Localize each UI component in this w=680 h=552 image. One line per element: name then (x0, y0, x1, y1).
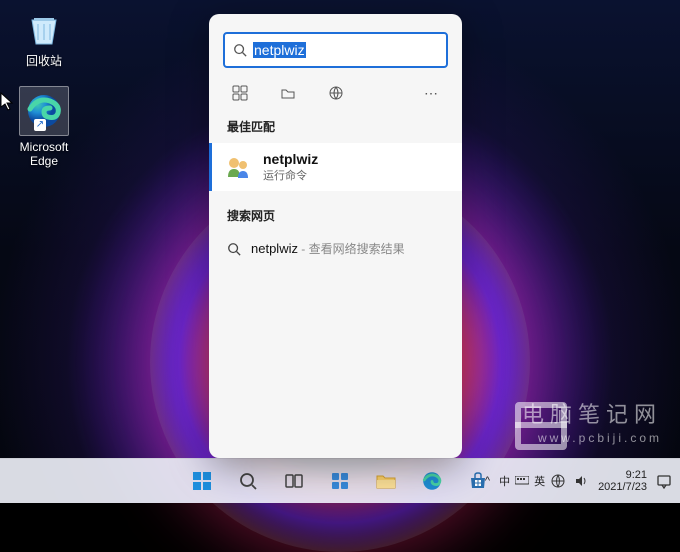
web-search-header: 搜索网页 (209, 201, 462, 230)
ime-lang1: 中 (499, 473, 510, 489)
recycle-bin-icon (22, 6, 66, 50)
ime-lang2: 英 (534, 473, 545, 489)
clock-time: 9:21 (626, 469, 647, 481)
web-search-result[interactable]: netplwiz - 查看网络搜索结果 (209, 230, 462, 268)
taskbar-explorer-button[interactable] (367, 462, 405, 500)
clock-date: 2021/7/23 (598, 481, 647, 493)
taskbar-clock[interactable]: 9:21 2021/7/23 (594, 469, 651, 493)
shortcut-arrow-icon: ↗ (34, 119, 46, 131)
taskbar-edge-button[interactable] (413, 462, 451, 500)
mouse-cursor (0, 92, 14, 112)
widgets-button[interactable] (321, 462, 359, 500)
start-button[interactable] (183, 462, 221, 500)
system-tray[interactable]: ^ (479, 475, 496, 487)
search-query-text: netplwiz (253, 42, 306, 58)
ime-icon (515, 476, 529, 486)
search-icon (233, 43, 247, 57)
watermark: 电脑笔记网 www.pcbiji.com (522, 397, 662, 445)
category-web-icon[interactable] (327, 84, 345, 102)
watermark-domain: www.pcbiji.com (522, 431, 662, 445)
search-flyout: netplwiz ⋯ 最佳匹配 netplwiz 运行命令 搜索网页 (209, 14, 462, 458)
best-match-subtitle: 运行命令 (263, 167, 318, 183)
edge-label: Microsoft Edge (6, 140, 82, 168)
web-result-query: netplwiz (251, 241, 298, 256)
network-icon[interactable] (548, 474, 568, 488)
tray-chevron-icon[interactable]: ^ (485, 475, 490, 487)
ime-indicator[interactable]: 中 英 (499, 473, 545, 489)
taskbar: ^ 中 英 9:21 2021/7/23 (0, 458, 680, 503)
task-view-button[interactable] (275, 462, 313, 500)
web-result-hint: - 查看网络搜索结果 (298, 242, 405, 256)
best-match-header: 最佳匹配 (209, 112, 462, 141)
taskbar-search-button[interactable] (229, 462, 267, 500)
recycle-bin-label: 回收站 (6, 54, 82, 68)
search-input-box[interactable]: netplwiz (223, 32, 448, 68)
best-match-result[interactable]: netplwiz 运行命令 (209, 143, 462, 191)
watermark-text: 电脑笔记网 (522, 402, 662, 427)
best-match-title: netplwiz (263, 151, 318, 167)
category-more-button[interactable]: ⋯ (424, 85, 440, 102)
search-category-row: ⋯ (209, 78, 462, 112)
edge-icon: ↗ (19, 86, 69, 136)
netplwiz-icon (223, 152, 253, 182)
desktop-icon-recycle-bin[interactable]: 回收站 (6, 6, 82, 68)
desktop-icon-edge[interactable]: ↗ Microsoft Edge (6, 86, 82, 168)
search-icon (227, 242, 241, 256)
category-documents-icon[interactable] (279, 84, 297, 102)
category-apps-icon[interactable] (231, 84, 249, 102)
notifications-button[interactable] (654, 471, 674, 491)
taskbar-right: ^ 中 英 9:21 2021/7/23 (479, 469, 674, 493)
volume-icon[interactable] (571, 474, 591, 488)
taskbar-center (183, 462, 497, 500)
